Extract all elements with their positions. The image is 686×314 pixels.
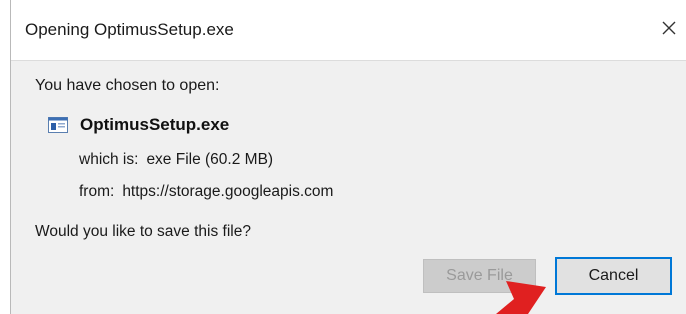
file-source-line: from: https://storage.googleapis.com xyxy=(79,183,333,201)
dialog-title: Opening OptimusSetup.exe xyxy=(25,20,234,39)
title-bar: Opening OptimusSetup.exe xyxy=(11,0,686,62)
file-name: OptimusSetup.exe xyxy=(80,115,230,134)
download-dialog: Opening OptimusSetup.exe You have chosen… xyxy=(10,0,686,314)
red-arrow-annotation xyxy=(496,281,546,314)
file-row: OptimusSetup.exe xyxy=(48,115,229,135)
cancel-button[interactable]: Cancel xyxy=(555,257,672,295)
file-type-value: exe File (60.2 MB) xyxy=(146,151,274,168)
file-source-label: from: xyxy=(79,183,115,200)
file-source-value: https://storage.googleapis.com xyxy=(122,183,334,200)
exe-file-icon xyxy=(48,117,68,133)
save-question: Would you like to save this file? xyxy=(35,223,251,240)
file-type-label: which is: xyxy=(79,151,139,168)
file-type-line: which is: exe File (60.2 MB) xyxy=(79,151,273,169)
close-button[interactable] xyxy=(655,12,683,44)
close-icon xyxy=(662,21,676,35)
dialog-content: You have chosen to open: OptimusSetup.ex… xyxy=(11,61,686,314)
intro-text: You have chosen to open: xyxy=(35,77,220,94)
